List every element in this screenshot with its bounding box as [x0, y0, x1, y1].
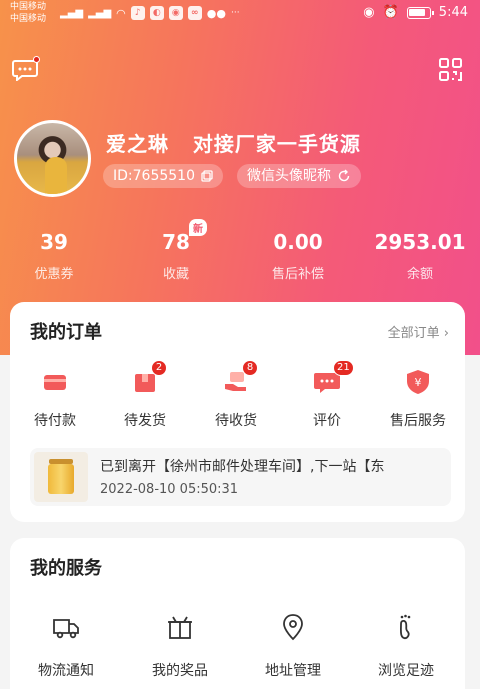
service-label: 浏览足迹: [378, 663, 434, 679]
status-right: ◉ ⏰ 5:44: [363, 5, 468, 20]
eye-icon: ◉: [363, 5, 375, 20]
chevron-right-icon: ›: [439, 326, 449, 341]
copy-icon: [201, 170, 213, 182]
order-label: 待付款: [34, 413, 76, 429]
new-badge: 新: [189, 219, 207, 236]
svg-text:¥: ¥: [415, 376, 422, 389]
browser-icon: ◉: [168, 6, 183, 20]
refresh-icon: [338, 169, 350, 182]
order-pending-payment[interactable]: 待付款: [10, 368, 100, 430]
signal-icon-2: ▂▄▆: [88, 7, 112, 19]
logistics-update[interactable]: 已到离开【徐州市邮件处理车间】,下一站【东 2022-08-10 05:50:3…: [30, 448, 451, 506]
order-review[interactable]: 21 评价: [282, 360, 372, 430]
service-label: 物流通知: [38, 663, 94, 679]
wallet-icon: [41, 368, 69, 396]
gift-icon: [168, 616, 192, 639]
package-icon: 2: [131, 360, 167, 396]
order-label: 评价: [313, 413, 341, 429]
status-icons: ▂▄▆ ▂▄▆ ◠ ♪ ◐ ◉ ∞ ●● ···: [60, 6, 240, 20]
app-icon-2: ∞: [187, 6, 202, 20]
service-address-management[interactable]: 地址管理: [243, 612, 343, 680]
avatar[interactable]: [14, 120, 91, 197]
qr-scan-icon[interactable]: [438, 57, 463, 82]
service-browsing-history[interactable]: 浏览足迹: [356, 612, 456, 680]
more-icon: ···: [230, 8, 240, 18]
stat-label: 收藏: [162, 267, 189, 282]
carrier-labels: 中国移动 中国移动: [10, 1, 46, 25]
wechat-sync-label: 微信头像昵称: [247, 168, 331, 184]
order-after-sales[interactable]: ¥ 售后服务: [373, 368, 463, 430]
service-label: 我的奖品: [152, 663, 208, 679]
orders-title: 我的订单: [30, 322, 102, 343]
status-bar: 中国移动 中国移动 ▂▄▆ ▂▄▆ ◠ ♪ ◐ ◉ ∞ ●● ··· ◉ ⏰ 5…: [0, 0, 480, 30]
count-badge: 8: [242, 360, 258, 376]
order-pending-shipment[interactable]: 2 待发货: [100, 360, 190, 430]
shield-yen-icon: ¥: [404, 368, 432, 396]
order-label: 待发货: [124, 413, 166, 429]
wechat-icon: ●●: [206, 6, 226, 20]
stat-label: 售后补偿: [271, 267, 324, 282]
logistics-status-text: 已到离开【徐州市邮件处理车间】,下一站【东: [100, 459, 385, 475]
location-pin-icon: [283, 614, 303, 641]
wifi-icon: ◠: [116, 6, 126, 20]
order-label: 售后服务: [390, 413, 446, 429]
truck-icon: [53, 619, 79, 639]
logistics-timestamp: 2022-08-10 05:50:31: [100, 482, 239, 497]
stat-label: 余额: [406, 267, 433, 282]
stat-balance[interactable]: 2953.01 余额: [370, 229, 470, 282]
app-icon: ◐: [149, 6, 164, 20]
stat-aftersale-compensation[interactable]: 0.00 售后补偿: [248, 229, 348, 282]
stat-value: 39: [40, 230, 68, 254]
message-unread-dot: [33, 56, 40, 63]
count-badge: 2: [151, 360, 167, 376]
stat-value: 2953.01: [374, 230, 466, 254]
receive-hand-icon: 8: [222, 360, 258, 396]
all-orders-link[interactable]: 全部订单 ›: [388, 322, 449, 341]
stat-favorites[interactable]: 78 收藏: [126, 229, 226, 282]
battery-icon: [406, 6, 434, 19]
my-orders-card: 我的订单 全部订单 › 待付款 2 待发货 8 待收货 21 评价 ¥ 售后服务: [10, 302, 465, 522]
service-label: 地址管理: [265, 663, 321, 679]
stat-value: 0.00: [273, 230, 323, 254]
my-services-card: 我的服务 物流通知 我的奖品 地址管理 浏览足迹: [10, 538, 465, 689]
user-id-label: ID:7655510: [113, 168, 195, 184]
comment-icon: 21: [313, 360, 354, 396]
service-logistics-notice[interactable]: 物流通知: [16, 612, 116, 680]
service-my-prizes[interactable]: 我的奖品: [130, 612, 230, 680]
username: 爱之琳 对接厂家一手货源: [106, 132, 361, 156]
stat-label: 优惠券: [34, 267, 74, 282]
alarm-icon: ⏰: [382, 5, 399, 20]
order-pending-receipt[interactable]: 8 待收货: [191, 360, 281, 430]
signal-icon: ▂▄▆: [60, 7, 84, 19]
wechat-sync-button[interactable]: 微信头像昵称: [237, 164, 361, 188]
carrier-2: 中国移动: [10, 14, 47, 24]
stat-coupons[interactable]: 39 优惠券: [4, 229, 104, 282]
carrier-1: 中国移动: [10, 2, 47, 12]
order-label: 待收货: [215, 413, 257, 429]
all-orders-label: 全部订单: [387, 326, 440, 341]
footprint-icon: [399, 614, 411, 640]
user-id-copy[interactable]: ID:7655510: [103, 164, 223, 188]
services-title: 我的服务: [30, 558, 102, 579]
stat-value: 78: [162, 230, 190, 254]
clock: 5:44: [438, 5, 468, 20]
tiktok-icon: ♪: [130, 6, 145, 20]
count-badge: 21: [333, 360, 354, 376]
product-thumbnail: [34, 452, 88, 502]
